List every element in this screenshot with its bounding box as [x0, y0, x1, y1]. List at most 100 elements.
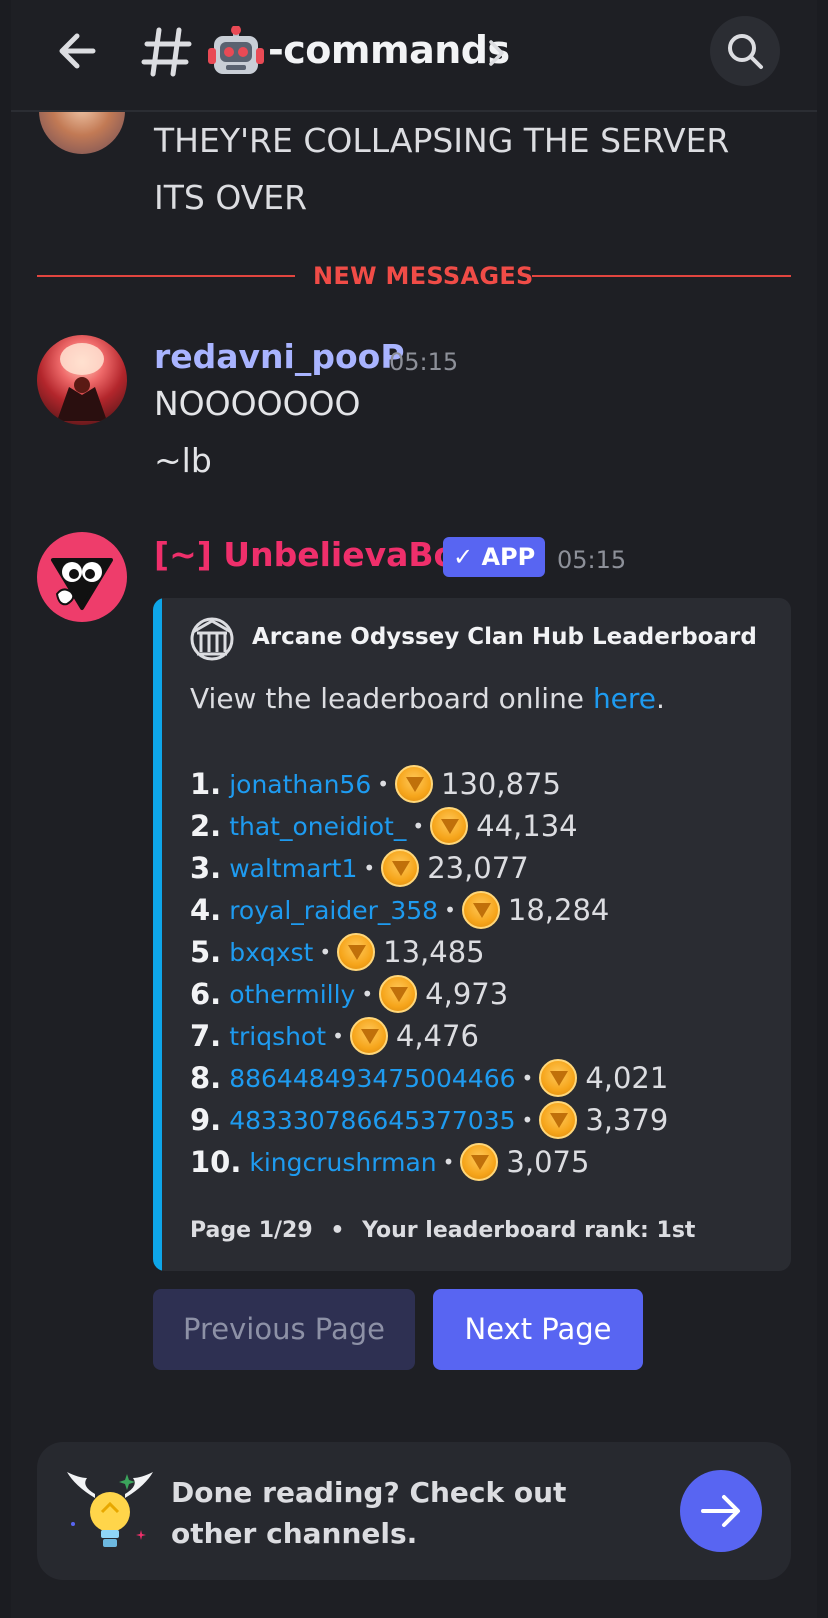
rank-number: 9. [190, 1103, 222, 1137]
balance-amount: 13,485 [383, 935, 485, 969]
message-username[interactable]: redavni_pooP [154, 337, 405, 376]
previous-message-text: THEY'RE COLLAPSING THE SERVER ITS OVER [154, 112, 754, 226]
bullet-separator: • [521, 1108, 534, 1132]
message-line: ITS OVER [154, 178, 308, 217]
message-timestamp: 05:15 [389, 348, 459, 376]
leaderboard-row: 9. 483330786645377035 • 3,379 [190, 1099, 780, 1141]
leaderboard-user-link[interactable]: that_oneidiot_ [229, 812, 406, 841]
rank-number: 6. [190, 977, 222, 1011]
bank-icon [189, 616, 235, 662]
rank-number: 8. [190, 1061, 222, 1095]
leaderboard-user-link[interactable]: waltmart1 [229, 854, 357, 883]
message-line: THEY'RE COLLAPSING THE SERVER [154, 121, 730, 160]
rank-number: 4. [190, 893, 222, 927]
balance-amount: 4,973 [425, 977, 509, 1011]
balance-amount: 4,021 [585, 1061, 669, 1095]
rank-number: 2. [190, 809, 222, 843]
embed-description-text: View the leaderboard online [190, 682, 593, 715]
channel-name[interactable]: -commands [268, 28, 510, 72]
leaderboard-user-link[interactable]: jonathan56 [229, 770, 371, 799]
channel-header: -commands [11, 0, 817, 112]
balance-amount: 18,284 [507, 893, 610, 927]
done-reading-text: Done reading? Check out other channels. [171, 1476, 567, 1550]
avatar[interactable] [37, 335, 127, 425]
coin-icon [381, 849, 420, 887]
balance-amount: 23,077 [427, 851, 529, 885]
leaderboard-row: 8. 886448493475004466 • 4,021 [190, 1057, 780, 1099]
leaderboard-row: 5. bxqxst • 13,485 [190, 931, 780, 973]
balance-amount: 130,875 [441, 767, 561, 801]
bullet-separator: • [442, 1150, 455, 1174]
leaderboard-user-link[interactable]: 886448493475004466 [229, 1064, 515, 1093]
next-page-button[interactable]: Next Page [433, 1289, 643, 1370]
rank-number: 7. [190, 1019, 222, 1053]
leaderboard-row: 2. that_oneidiot_ • 44,134 [190, 805, 780, 847]
leaderboard-user-link[interactable]: bxqxst [229, 938, 313, 967]
leaderboard-link[interactable]: here [593, 682, 656, 715]
search-icon [728, 34, 763, 69]
bullet-separator: • [332, 1024, 344, 1048]
balance-amount: 4,476 [395, 1019, 479, 1053]
leaderboard-user-link[interactable]: 483330786645377035 [229, 1106, 515, 1135]
leaderboard-row: 4. royal_raider_358 • 18,284 [190, 889, 780, 931]
message-line: NOOOOOOO [154, 384, 361, 423]
new-messages-divider-left [37, 275, 295, 277]
leaderboard-user-link[interactable]: triqshot [229, 1022, 326, 1051]
balance-amount: 3,075 [506, 1145, 590, 1179]
robot-emoji-icon [208, 25, 264, 78]
coin-icon [461, 891, 500, 929]
bullet-separator: • [444, 898, 456, 922]
page-indicator: Page 1/29 [190, 1218, 313, 1243]
leaderboard-row: 6. othermilly • 4,973 [190, 973, 780, 1015]
coin-icon [539, 1059, 578, 1097]
leaderboard-row: 10. kingcrushrman • 3,075 [190, 1141, 780, 1183]
bullet-separator: • [361, 982, 374, 1006]
back-arrow-icon[interactable] [51, 26, 107, 76]
bullet-separator: • [319, 940, 332, 964]
bot-avatar[interactable] [37, 532, 127, 622]
message-line: ~lb [154, 441, 212, 480]
hash-icon [139, 22, 195, 82]
rank-number: 1. [190, 767, 222, 801]
leaderboard-row: 7. triqshot • 4,476 [190, 1015, 780, 1057]
bullet-separator: • [412, 814, 425, 838]
embed-footer: Page 1/29 • Your leaderboard rank: 1st [190, 1218, 695, 1243]
winged-lightbulb-icon [65, 1468, 155, 1560]
chevron-right-icon[interactable] [485, 36, 509, 70]
footer-separator: • [330, 1218, 345, 1243]
go-to-channels-button[interactable] [680, 1470, 762, 1552]
coin-icon [349, 1017, 388, 1055]
done-reading-card: Done reading? Check out other channels. [37, 1442, 791, 1580]
coin-icon [430, 807, 469, 845]
leaderboard-user-link[interactable]: royal_raider_358 [229, 896, 438, 925]
new-messages-label: NEW MESSAGES [313, 262, 534, 290]
coin-icon [539, 1101, 578, 1139]
coin-icon [337, 933, 376, 971]
coin-icon [460, 1143, 499, 1181]
rank-number: 3. [190, 851, 222, 885]
bullet-separator: • [521, 1066, 534, 1090]
embed-title: Arcane Odyssey Clan Hub Leaderboard [252, 624, 757, 650]
leaderboard-user-link[interactable]: othermilly [229, 980, 355, 1009]
arrow-right-icon [701, 1495, 740, 1527]
new-messages-divider-right [532, 275, 791, 277]
app-badge: ✓ APP [443, 537, 546, 577]
coin-icon [395, 765, 434, 803]
leaderboard-list: 1. jonathan56 • 130,875 2. that_oneidiot_ • 44,… [190, 763, 780, 1183]
user-rank: Your leaderboard rank: 1st [362, 1218, 696, 1243]
coin-icon [379, 975, 418, 1013]
leaderboard-row: 3. waltmart1 • 23,077 [190, 847, 780, 889]
search-button[interactable] [710, 16, 780, 86]
embed-accent-bar [153, 598, 162, 1271]
leaderboard-user-link[interactable]: kingcrushrman [249, 1148, 436, 1177]
embed-description: View the leaderboard online here. [190, 682, 665, 715]
bullet-separator: • [363, 856, 376, 880]
leaderboard-embed: Arcane Odyssey Clan Hub Leaderboard View… [153, 598, 791, 1271]
balance-amount: 44,134 [476, 809, 578, 843]
rank-number: 10. [190, 1145, 242, 1179]
message-timestamp: 05:15 [557, 546, 627, 574]
embed-description-suffix: . [656, 682, 665, 715]
balance-amount: 3,379 [585, 1103, 669, 1137]
bullet-separator: • [377, 772, 390, 796]
previous-page-button[interactable]: Previous Page [153, 1289, 415, 1370]
